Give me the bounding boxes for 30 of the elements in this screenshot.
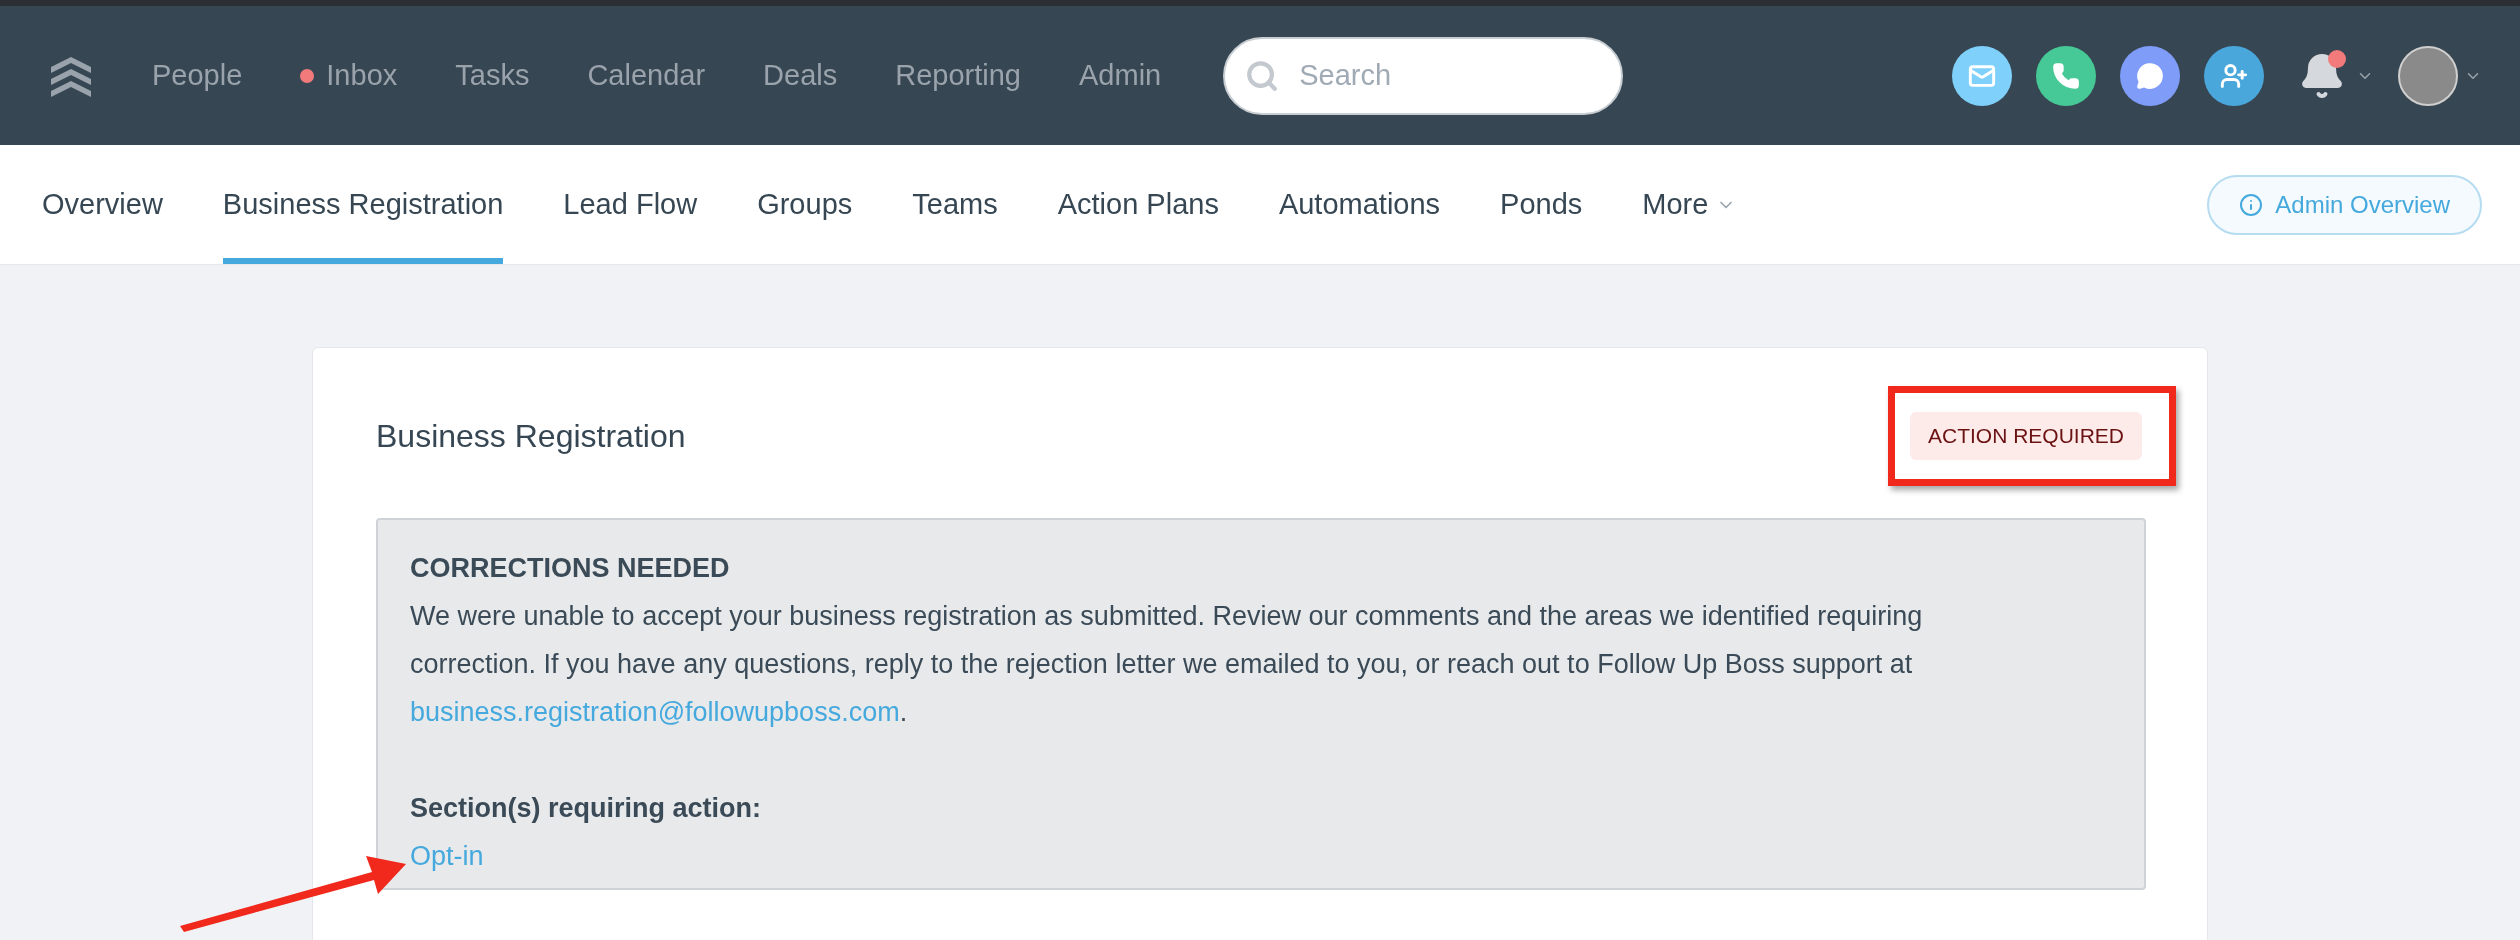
tab[interactable]: Business Registration [222, 145, 504, 264]
speech-bubble-icon [2136, 61, 2164, 90]
tab[interactable]: Automations [1278, 145, 1441, 264]
tab[interactable]: Action Plans [1057, 145, 1219, 264]
nav-link[interactable]: Reporting [895, 53, 1021, 98]
search-field[interactable]: Search [1223, 36, 1624, 115]
nav-link[interactable]: Deals [763, 53, 838, 98]
tab[interactable]: Groups [757, 145, 853, 264]
card-title: Business Registration [376, 417, 686, 456]
info-icon [2239, 192, 2264, 217]
sections-heading: Section(s) requiring action: [410, 792, 763, 825]
nav-link[interactable]: Calendar [587, 53, 706, 98]
status-badge: ACTION REQUIRED [1910, 412, 2142, 460]
nav-link[interactable]: People [152, 53, 243, 98]
tab[interactable]: Overview [42, 145, 163, 264]
tab[interactable]: Ponds [1500, 145, 1583, 264]
person-plus-icon [2220, 61, 2248, 90]
tab[interactable]: More [1642, 145, 1737, 264]
admin-overview-button[interactable]: Admin Overview [2207, 174, 2482, 235]
nav-link[interactable]: Tasks [455, 53, 530, 98]
tab[interactable]: Lead Flow [563, 145, 698, 264]
notice-text: We were unable to accept your business registration as submitted. Review our comments and the areas we identified requiring correction. If you have any questions, reply to the rejection letter we emailed to you, or reach out to Follow Up Boss support at business.registration@followupboss.com. [410, 600, 1924, 729]
notice-heading: CORRECTIONS NEEDED [410, 552, 731, 585]
nav-link[interactable]: Inbox [326, 53, 398, 98]
section-link[interactable]: Opt-in [410, 832, 484, 880]
tab[interactable]: Teams [912, 145, 998, 264]
search-icon [1245, 58, 1280, 93]
phone-icon [2052, 61, 2080, 90]
nav-link[interactable]: Admin [1079, 53, 1162, 98]
email-link[interactable]: business.registration@followupboss.com [410, 697, 900, 727]
